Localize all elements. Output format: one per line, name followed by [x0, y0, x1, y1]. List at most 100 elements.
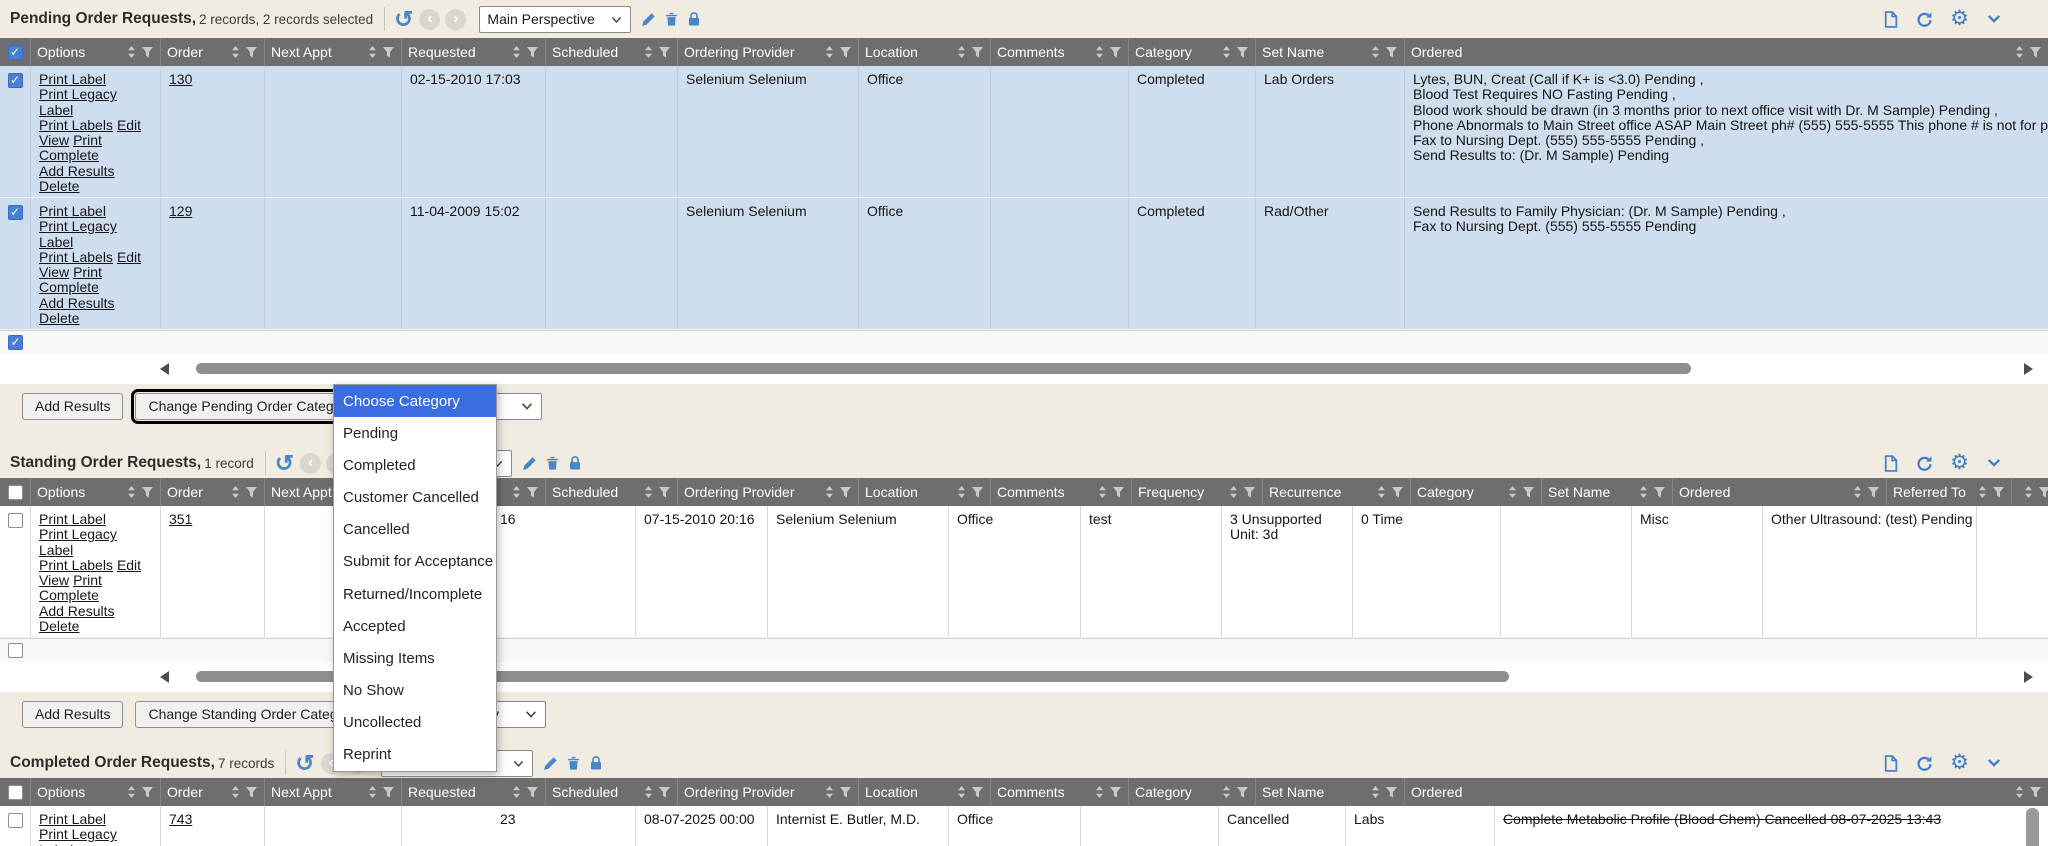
link-edit[interactable]: Edit [117, 557, 141, 573]
dropdown-option-uncollected[interactable]: Uncollected [334, 707, 496, 739]
link-edit[interactable]: Edit [117, 249, 141, 265]
link-complete[interactable]: Complete [39, 279, 99, 295]
row-checkbox[interactable] [8, 813, 23, 828]
link-print-legacy-label[interactable]: Print Legacy Label [39, 86, 117, 117]
sort-icon[interactable] [957, 485, 966, 499]
delete-perspective-icon[interactable] [545, 455, 560, 471]
filter-icon[interactable] [1992, 486, 2005, 498]
undo-icon[interactable]: ↺ [275, 453, 294, 473]
link-view[interactable]: View [39, 572, 69, 588]
refresh-icon[interactable] [1916, 755, 1933, 772]
link-print[interactable]: Print [73, 264, 102, 280]
link-print-legacy-label[interactable]: Print Legacy Label [39, 218, 117, 249]
sort-icon[interactable] [231, 785, 240, 799]
select-all-checkbox[interactable] [8, 785, 23, 800]
gear-icon[interactable]: ⚙ [1950, 9, 1969, 29]
sort-icon[interactable] [231, 485, 240, 499]
select-all-checkbox[interactable] [8, 485, 23, 500]
dropdown-option-customer-cancelled[interactable]: Customer Cancelled [334, 482, 496, 514]
sort-icon[interactable] [1371, 785, 1380, 799]
filter-icon[interactable] [971, 46, 984, 58]
filter-icon[interactable] [971, 786, 984, 798]
sort-icon[interactable] [231, 45, 240, 59]
link-print-legacy-label[interactable]: Print Legacy Label [39, 826, 117, 846]
sort-icon[interactable] [512, 45, 521, 59]
filter-icon[interactable] [2038, 486, 2048, 498]
sort-icon[interactable] [1853, 485, 1862, 499]
lock-icon[interactable] [686, 11, 702, 27]
sort-icon[interactable] [1377, 485, 1386, 499]
scroll-right-arrow[interactable] [2024, 671, 2033, 683]
delete-perspective-icon[interactable] [566, 755, 581, 771]
edit-perspective-icon[interactable] [543, 755, 559, 771]
order-number-link[interactable]: 129 [169, 203, 192, 219]
filter-icon[interactable] [658, 46, 671, 58]
select-all-checkbox[interactable]: ✓ [8, 45, 23, 60]
sort-icon[interactable] [368, 45, 377, 59]
select-all-footer-checkbox[interactable]: ✓ [8, 335, 23, 350]
filter-icon[interactable] [839, 486, 852, 498]
link-add-results[interactable]: Add Results [39, 603, 114, 619]
next-perspective-icon[interactable]: › [445, 9, 466, 30]
delete-perspective-icon[interactable] [664, 11, 679, 27]
new-document-icon[interactable] [1882, 11, 1899, 28]
collapse-chevron-icon[interactable] [1986, 456, 2002, 470]
link-add-results[interactable]: Add Results [39, 295, 114, 311]
order-number-link[interactable]: 743 [169, 811, 192, 827]
sort-icon[interactable] [1978, 485, 1987, 499]
filter-icon[interactable] [245, 786, 258, 798]
sort-icon[interactable] [127, 45, 136, 59]
refresh-icon[interactable] [1916, 11, 1933, 28]
new-document-icon[interactable] [1882, 755, 1899, 772]
link-print[interactable]: Print [73, 572, 102, 588]
filter-icon[interactable] [1385, 786, 1398, 798]
filter-icon[interactable] [2029, 786, 2042, 798]
link-complete[interactable]: Complete [39, 587, 99, 603]
link-print-labels[interactable]: Print Labels [39, 117, 113, 133]
filter-icon[interactable] [658, 786, 671, 798]
previous-perspective-icon[interactable]: ‹ [300, 453, 321, 474]
link-print-label[interactable]: Print Label [39, 511, 106, 527]
dropdown-option-missing-items[interactable]: Missing Items [334, 642, 496, 674]
new-document-icon[interactable] [1882, 455, 1899, 472]
dropdown-option-accepted[interactable]: Accepted [334, 610, 496, 642]
filter-icon[interactable] [141, 786, 154, 798]
sort-icon[interactable] [368, 785, 377, 799]
edit-perspective-icon[interactable] [522, 455, 538, 471]
filter-icon[interactable] [839, 46, 852, 58]
lock-icon[interactable] [567, 455, 583, 471]
filter-icon[interactable] [1236, 786, 1249, 798]
row-checkbox[interactable]: ✓ [8, 205, 23, 220]
sort-icon[interactable] [825, 45, 834, 59]
dropdown-option-choose-category[interactable]: Choose Category [334, 385, 496, 417]
scroll-left-arrow[interactable] [160, 363, 169, 375]
filter-icon[interactable] [971, 486, 984, 498]
dropdown-option-submit-for-acceptance[interactable]: Submit for Acceptance [334, 546, 496, 578]
sort-icon[interactable] [644, 45, 653, 59]
filter-icon[interactable] [1109, 46, 1122, 58]
filter-icon[interactable] [141, 46, 154, 58]
link-print-label[interactable]: Print Label [39, 71, 106, 87]
gear-icon[interactable]: ⚙ [1950, 453, 1969, 473]
dropdown-option-completed[interactable]: Completed [334, 449, 496, 481]
filter-icon[interactable] [1522, 486, 1535, 498]
filter-icon[interactable] [658, 486, 671, 498]
link-print-legacy-label[interactable]: Print Legacy Label [39, 526, 117, 557]
link-print-label[interactable]: Print Label [39, 203, 106, 219]
collapse-chevron-icon[interactable] [1986, 756, 2002, 770]
order-number-link[interactable]: 130 [169, 71, 192, 87]
sort-icon[interactable] [127, 485, 136, 499]
gear-icon[interactable]: ⚙ [1950, 753, 1969, 773]
change-pending-order-category-button[interactable]: Change Pending Order Category [135, 393, 366, 420]
sort-icon[interactable] [1095, 45, 1104, 59]
order-number-link[interactable]: 351 [169, 511, 192, 527]
vertical-scrollbar-thumb[interactable] [2026, 808, 2039, 846]
sort-icon[interactable] [1095, 785, 1104, 799]
edit-perspective-icon[interactable] [641, 11, 657, 27]
undo-icon[interactable]: ↺ [394, 9, 413, 29]
dropdown-option-reprint[interactable]: Reprint [334, 739, 496, 771]
sort-icon[interactable] [957, 45, 966, 59]
filter-icon[interactable] [526, 786, 539, 798]
sort-icon[interactable] [957, 785, 966, 799]
sort-icon[interactable] [512, 485, 521, 499]
